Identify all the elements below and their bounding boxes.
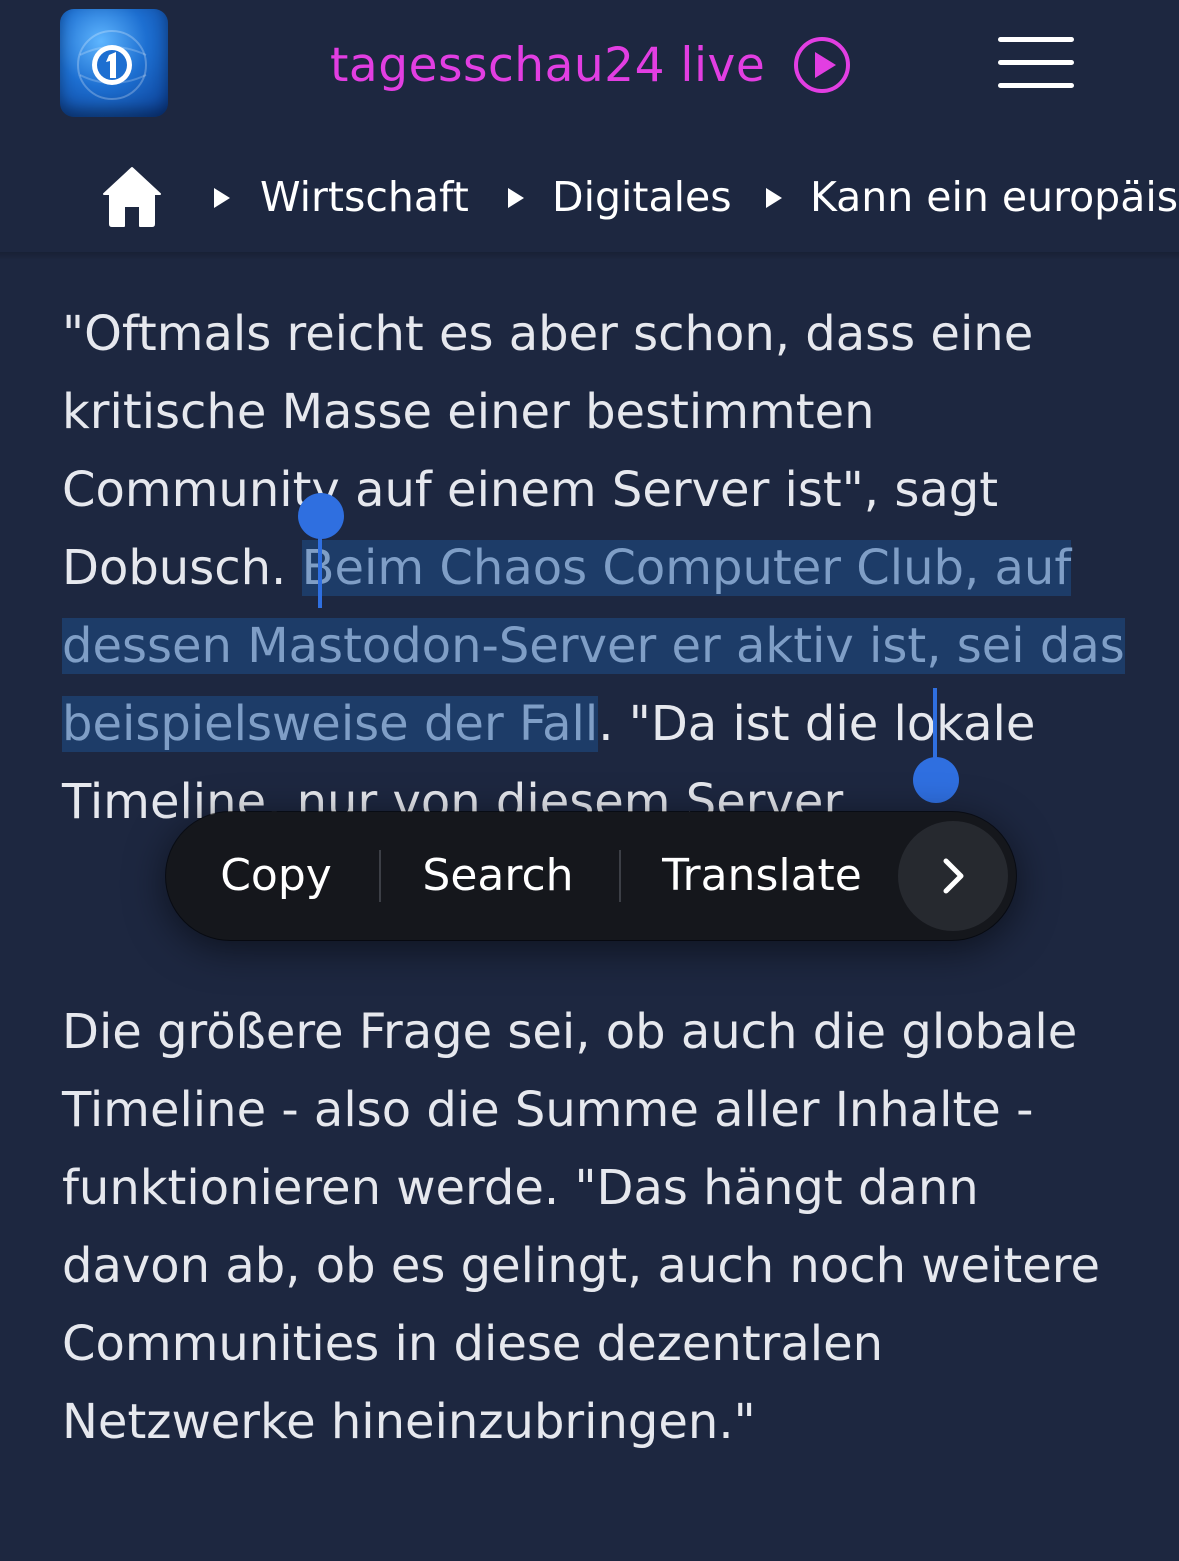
breadcrumb-arrow-icon [214, 188, 230, 208]
menu-divider [619, 850, 621, 902]
translate-button[interactable]: Translate [642, 812, 882, 940]
play-circle-icon [794, 37, 851, 93]
top-header: tagesschau24 live [0, 0, 1179, 130]
search-button[interactable]: Search [398, 812, 598, 940]
hamburger-menu-icon[interactable] [998, 35, 1076, 89]
breadcrumb-divider [0, 252, 1179, 260]
menu-divider [379, 850, 381, 902]
live-stream-label: tagesschau24 live [330, 37, 766, 93]
breadcrumb-current-article[interactable]: Kann ein europäisch [810, 172, 1179, 222]
article-paragraph: Die größere Frage sei, ob auch die globa… [62, 1004, 1100, 1450]
breadcrumb-wirtschaft[interactable]: Wirtschaft [260, 172, 469, 222]
breadcrumb: Wirtschaft Digitales Kann ein europäisch [0, 150, 1179, 250]
breadcrumb-arrow-icon [766, 188, 782, 208]
breadcrumb-digitales[interactable]: Digitales [552, 172, 732, 222]
more-options-button[interactable] [898, 821, 1008, 931]
live-stream-link[interactable]: tagesschau24 live [330, 30, 851, 100]
chevron-right-icon [943, 858, 964, 894]
home-icon[interactable] [102, 164, 162, 228]
selection-end-handle[interactable] [913, 757, 959, 803]
text-selection-menu: Copy Search Translate [166, 812, 1016, 940]
selection-start-caret [318, 520, 322, 608]
copy-button[interactable]: Copy [190, 812, 362, 940]
breadcrumb-arrow-icon [508, 188, 524, 208]
ard-logo[interactable] [60, 9, 168, 117]
article-paragraph: "Oftmals reicht es aber schon, dass eine… [62, 295, 1142, 841]
